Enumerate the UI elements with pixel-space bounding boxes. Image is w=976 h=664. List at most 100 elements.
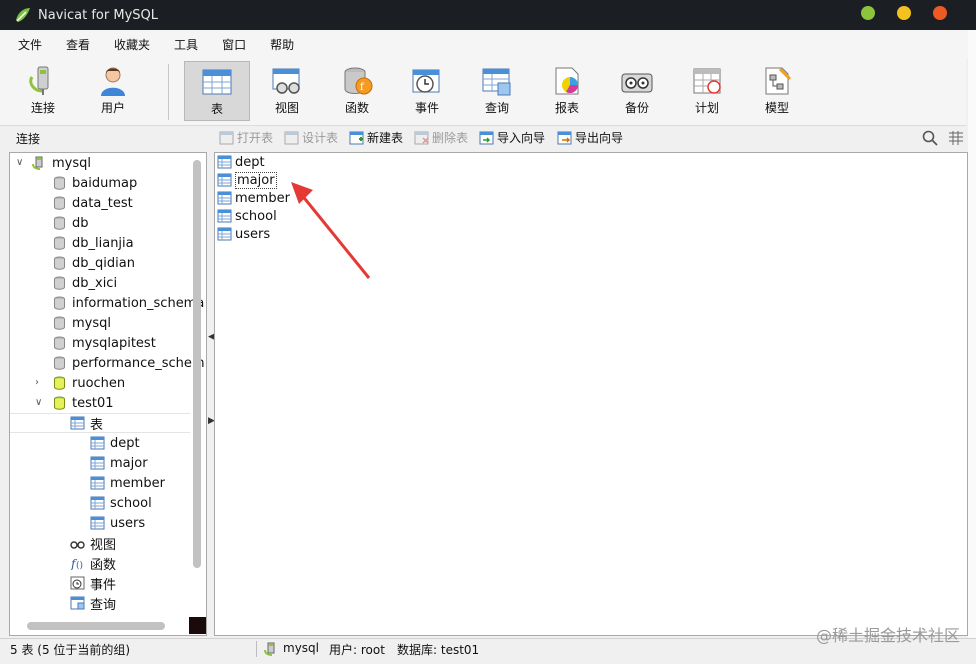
- chevron-down-icon[interactable]: ∨: [35, 397, 42, 408]
- tree-vertical-scrollbar[interactable]: [193, 160, 201, 568]
- menu-file[interactable]: 文件: [6, 36, 54, 53]
- tree-db-test01[interactable]: test01: [52, 393, 114, 413]
- view-icon: [272, 68, 300, 94]
- database-open-icon: [54, 396, 65, 410]
- object-table-users[interactable]: users: [217, 225, 270, 243]
- new-table-button[interactable]: 新建表: [349, 129, 403, 146]
- tree-table-major[interactable]: major: [90, 453, 148, 473]
- delete-table-button[interactable]: 删除表: [414, 129, 468, 146]
- tree-db-db-xici[interactable]: db_xici: [52, 273, 117, 293]
- import-wizard-label: 导入向导: [497, 131, 546, 145]
- tree-db-label: test01: [72, 395, 114, 411]
- toolbar-view-button[interactable]: 视图: [254, 61, 320, 121]
- export-wizard-label: 导出向导: [575, 131, 624, 145]
- menu-view[interactable]: 查看: [54, 36, 102, 53]
- database-icon: [54, 296, 65, 310]
- toolbar-model-label: 模型: [764, 101, 789, 115]
- tree-db-information-schema[interactable]: information_schema: [52, 293, 204, 313]
- toolbar-view-label: 视图: [274, 101, 299, 115]
- tree-table-label: dept: [110, 435, 140, 451]
- tree-db-data-test[interactable]: data_test: [52, 193, 133, 213]
- database-icon: [54, 256, 65, 270]
- database-icon: [54, 336, 65, 350]
- tree-db-db-lianjia[interactable]: db_lianjia: [52, 233, 134, 253]
- tree-db-ruochen[interactable]: ruochen: [52, 373, 125, 393]
- toolbar-query-button[interactable]: 查询: [464, 61, 530, 121]
- view-icon: [70, 541, 85, 549]
- toolbar-query-label: 查询: [484, 101, 509, 115]
- tree-table-dept[interactable]: dept: [90, 433, 140, 453]
- tree-db-performance-schema[interactable]: performance_schem: [52, 353, 205, 373]
- tree-db-label: ruochen: [72, 375, 126, 391]
- object-table-dept[interactable]: dept: [217, 153, 265, 171]
- function-icon: f: [344, 67, 373, 95]
- object-table-member[interactable]: member: [217, 189, 290, 207]
- open-table-button[interactable]: 打开表: [219, 129, 273, 146]
- report-icon: [555, 67, 579, 95]
- toolbar-schedule-label: 计划: [694, 101, 719, 115]
- connection-pane-title: 连接: [16, 132, 41, 146]
- svg-text:(): (): [76, 560, 83, 570]
- pane-splitter[interactable]: [207, 152, 214, 636]
- tree-db-mysqlapitest[interactable]: mysqlapitest: [52, 333, 156, 353]
- navicat-logo-icon: [16, 8, 30, 22]
- export-wizard-button[interactable]: 导出向导: [557, 129, 623, 146]
- toolbar-connection-label: 连接: [30, 101, 55, 115]
- search-icon[interactable]: [922, 130, 938, 146]
- tree-group-events[interactable]: 事件: [70, 573, 116, 593]
- tree-db-db[interactable]: db: [52, 213, 89, 233]
- toolbar-user-button[interactable]: 用户: [80, 61, 146, 121]
- toolbar-table-button[interactable]: 表: [184, 61, 250, 121]
- tree-db-mysql[interactable]: mysql: [52, 313, 111, 333]
- menu-window[interactable]: 窗口: [210, 36, 258, 53]
- status-separator: [256, 641, 257, 657]
- import-wizard-button[interactable]: 导入向导: [479, 129, 545, 146]
- minimize-button[interactable]: [897, 6, 911, 20]
- tree-horizontal-scrollbar[interactable]: [27, 622, 165, 630]
- maximize-button[interactable]: [861, 6, 875, 20]
- tree-db-db-qidian[interactable]: db_qidian: [52, 253, 135, 273]
- watermark-text: @稀土掘金技术社区: [815, 626, 960, 645]
- connection-icon: [264, 642, 275, 656]
- menu-favorites[interactable]: 收藏夹: [102, 36, 162, 53]
- export-wizard-icon: [557, 131, 572, 144]
- toolbar-user-label: 用户: [100, 101, 125, 115]
- design-table-button[interactable]: 设计表: [284, 129, 338, 146]
- toolbar-model-button[interactable]: 模型: [744, 61, 810, 121]
- object-table-school[interactable]: school: [217, 207, 277, 225]
- menu-help[interactable]: 帮助: [258, 36, 306, 53]
- chevron-right-icon[interactable]: ›: [35, 377, 39, 388]
- database-icon: [54, 196, 65, 210]
- tree-db-label: mysqlapitest: [72, 335, 156, 351]
- toolbar-schedule-button[interactable]: 计划: [674, 61, 740, 121]
- menu-tools[interactable]: 工具: [162, 36, 210, 53]
- tree-connection-mysql[interactable]: mysql: [32, 153, 91, 173]
- table-icon: [217, 155, 232, 169]
- tree-db-label: db_lianjia: [72, 235, 134, 251]
- toolbar-connection-button[interactable]: 连接: [10, 61, 76, 121]
- import-wizard-icon: [479, 131, 494, 144]
- toolbar-report-button[interactable]: 报表: [534, 61, 600, 121]
- tree-table-users[interactable]: users: [90, 513, 145, 533]
- tree-group-queries[interactable]: 查询: [70, 593, 116, 613]
- close-button[interactable]: [933, 6, 947, 20]
- toolbar-function-button[interactable]: f 函数: [324, 61, 390, 121]
- object-table-major[interactable]: major: [217, 171, 277, 189]
- tree-group-tables[interactable]: 表: [10, 413, 190, 433]
- tree-table-member[interactable]: member: [90, 473, 165, 493]
- tree-group-functions[interactable]: f() 函数: [70, 553, 116, 573]
- toolbar-event-button[interactable]: 事件: [394, 61, 460, 121]
- connection-tree: ∨ mysql baidumap data_test db db_lianjia…: [9, 152, 207, 636]
- connection-icon: [32, 156, 43, 170]
- tree-table-school[interactable]: school: [90, 493, 152, 513]
- chevron-down-icon[interactable]: ∨: [16, 157, 23, 168]
- tree-group-label: 查询: [90, 597, 117, 613]
- tree-group-views[interactable]: 视图: [70, 533, 116, 553]
- tree-db-baidumap[interactable]: baidumap: [52, 173, 137, 193]
- detail-view-icon[interactable]: [948, 130, 964, 146]
- design-table-label: 设计表: [302, 131, 339, 145]
- table-icon: [217, 173, 232, 187]
- tree-db-label: db: [72, 215, 89, 231]
- toolbar-backup-button[interactable]: 备份: [604, 61, 670, 121]
- tree-table-label: member: [110, 475, 165, 491]
